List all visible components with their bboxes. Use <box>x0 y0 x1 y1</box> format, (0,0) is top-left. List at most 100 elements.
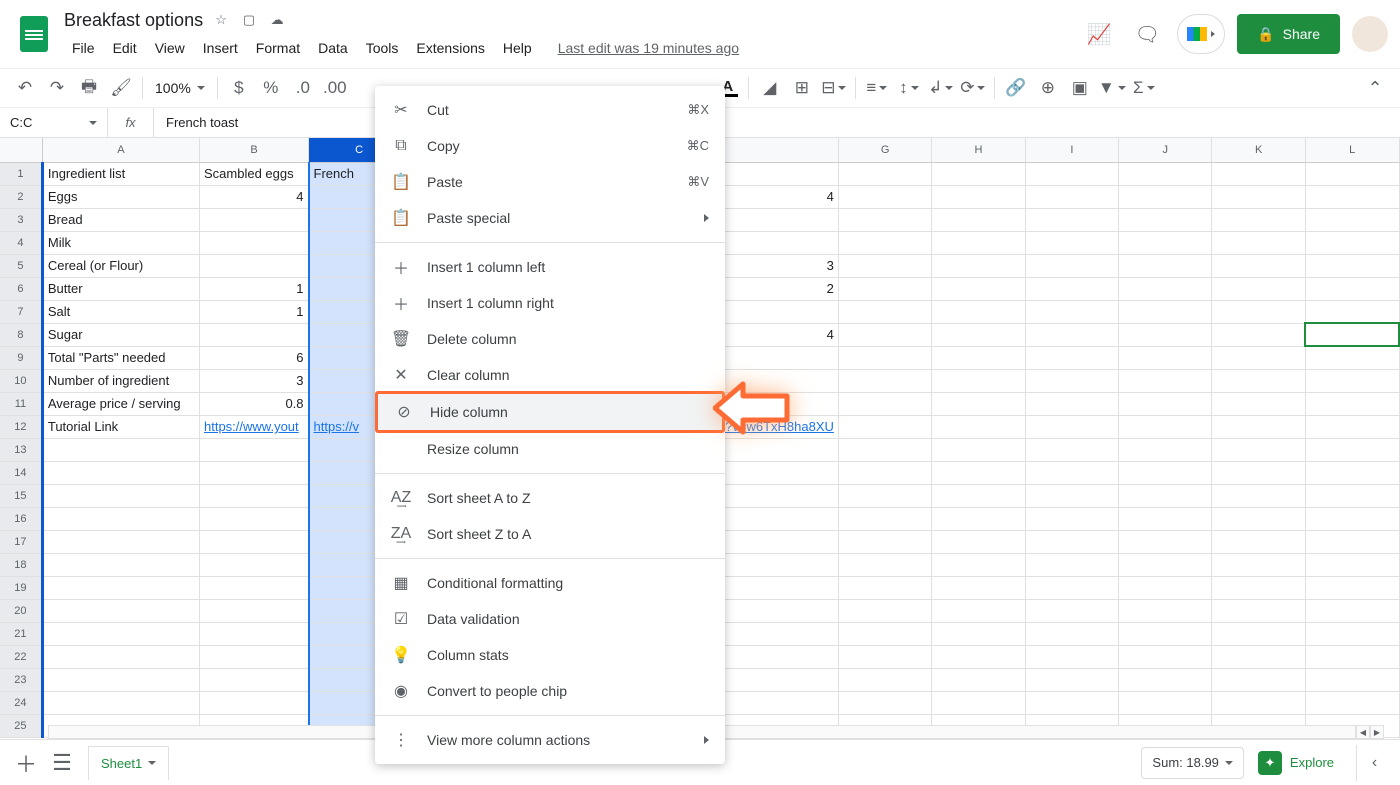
cell[interactable]: 6 <box>200 346 309 369</box>
cell[interactable] <box>838 530 931 553</box>
cell[interactable] <box>1305 208 1399 231</box>
context-item-delete-column[interactable]: 🗑Delete column <box>375 321 725 357</box>
cell[interactable]: Sugar <box>42 323 199 346</box>
cell[interactable] <box>200 507 309 530</box>
row-header[interactable]: 4 <box>0 231 42 254</box>
chart-button[interactable]: ▣ <box>1065 74 1095 102</box>
cell[interactable] <box>200 231 309 254</box>
cell[interactable] <box>932 553 1025 576</box>
cell[interactable] <box>200 484 309 507</box>
row-header[interactable]: 12 <box>0 415 42 438</box>
cell[interactable] <box>838 392 931 415</box>
cell[interactable] <box>932 507 1025 530</box>
cell[interactable] <box>1305 668 1399 691</box>
cell[interactable] <box>42 668 199 691</box>
fill-color-button[interactable]: ◢ <box>755 74 785 102</box>
comments-icon[interactable]: 🗨 <box>1129 16 1165 52</box>
currency-button[interactable]: $ <box>224 74 254 102</box>
cell[interactable] <box>838 185 931 208</box>
cell[interactable] <box>1212 277 1305 300</box>
cell[interactable] <box>932 691 1025 714</box>
row-header[interactable]: 1 <box>0 162 42 185</box>
cell[interactable] <box>838 208 931 231</box>
cell[interactable] <box>932 576 1025 599</box>
cell[interactable] <box>200 530 309 553</box>
cell[interactable] <box>1305 530 1399 553</box>
cell[interactable] <box>42 599 199 622</box>
column-header[interactable]: H <box>932 138 1025 162</box>
wrap-button[interactable]: ↲ <box>926 74 956 102</box>
column-header[interactable]: A <box>42 138 199 162</box>
cell[interactable] <box>1025 185 1118 208</box>
row-header[interactable]: 6 <box>0 277 42 300</box>
row-header[interactable]: 13 <box>0 438 42 461</box>
context-item-convert-to-people-chip[interactable]: ◉Convert to people chip <box>375 673 725 709</box>
cell[interactable] <box>932 185 1025 208</box>
cell[interactable] <box>1212 576 1305 599</box>
cell[interactable] <box>1025 438 1118 461</box>
cell[interactable]: Ingredient list <box>42 162 199 185</box>
menu-view[interactable]: View <box>147 36 193 60</box>
cell[interactable] <box>1212 369 1305 392</box>
cell[interactable] <box>1119 415 1212 438</box>
cell[interactable] <box>1119 461 1212 484</box>
cell[interactable]: Total "Parts" needed <box>42 346 199 369</box>
row-header[interactable]: 18 <box>0 553 42 576</box>
cell[interactable] <box>932 323 1025 346</box>
cell[interactable] <box>1305 185 1399 208</box>
cell[interactable] <box>932 346 1025 369</box>
row-header[interactable]: 17 <box>0 530 42 553</box>
cell[interactable]: Tutorial Link <box>42 415 199 438</box>
menu-insert[interactable]: Insert <box>195 36 246 60</box>
cell[interactable] <box>200 208 309 231</box>
row-header[interactable]: 16 <box>0 507 42 530</box>
row-header[interactable]: 20 <box>0 599 42 622</box>
cell[interactable] <box>1305 254 1399 277</box>
move-icon[interactable]: ▢ <box>239 10 259 30</box>
cell[interactable] <box>838 323 931 346</box>
row-header[interactable]: 11 <box>0 392 42 415</box>
avatar[interactable] <box>1352 16 1388 52</box>
cell[interactable]: Number of ingredient <box>42 369 199 392</box>
cell[interactable] <box>1119 668 1212 691</box>
cell[interactable] <box>42 553 199 576</box>
last-edit-link[interactable]: Last edit was 19 minutes ago <box>558 40 739 56</box>
scroll-right-icon[interactable]: ▶ <box>1370 725 1384 739</box>
column-header[interactable]: J <box>1119 138 1212 162</box>
cell[interactable] <box>1025 254 1118 277</box>
context-item-column-stats[interactable]: 💡Column stats <box>375 637 725 673</box>
cell[interactable] <box>1305 438 1399 461</box>
cell[interactable] <box>838 254 931 277</box>
cell[interactable] <box>932 369 1025 392</box>
cell[interactable] <box>1305 323 1399 346</box>
row-header[interactable]: 15 <box>0 484 42 507</box>
cell[interactable] <box>1025 415 1118 438</box>
paint-format-button[interactable]: 🖌 <box>106 74 136 102</box>
row-header[interactable]: 2 <box>0 185 42 208</box>
cell[interactable] <box>838 553 931 576</box>
context-item-conditional-formatting[interactable]: ▦Conditional formatting <box>375 565 725 601</box>
share-button[interactable]: 🔒 Share <box>1237 14 1340 54</box>
cell[interactable] <box>838 507 931 530</box>
menu-data[interactable]: Data <box>310 36 356 60</box>
column-header[interactable]: K <box>1212 138 1305 162</box>
cell[interactable] <box>1212 231 1305 254</box>
cell[interactable]: 0.8 <box>200 392 309 415</box>
cell[interactable] <box>1025 277 1118 300</box>
zoom-select[interactable]: 100% <box>149 80 211 96</box>
cell[interactable]: Cereal (or Flour) <box>42 254 199 277</box>
context-item-cut[interactable]: ✂Cut⌘X <box>375 92 725 128</box>
cell[interactable] <box>1212 300 1305 323</box>
cell[interactable] <box>1025 553 1118 576</box>
cell[interactable] <box>1025 392 1118 415</box>
row-header[interactable]: 24 <box>0 691 42 714</box>
cell[interactable]: Scambled eggs <box>200 162 309 185</box>
cell[interactable] <box>42 645 199 668</box>
cell[interactable] <box>1212 254 1305 277</box>
row-header[interactable]: 21 <box>0 622 42 645</box>
cell[interactable] <box>1212 668 1305 691</box>
cell[interactable] <box>1119 162 1212 185</box>
cell[interactable] <box>1119 323 1212 346</box>
cell[interactable] <box>200 553 309 576</box>
cell[interactable]: 3 <box>200 369 309 392</box>
